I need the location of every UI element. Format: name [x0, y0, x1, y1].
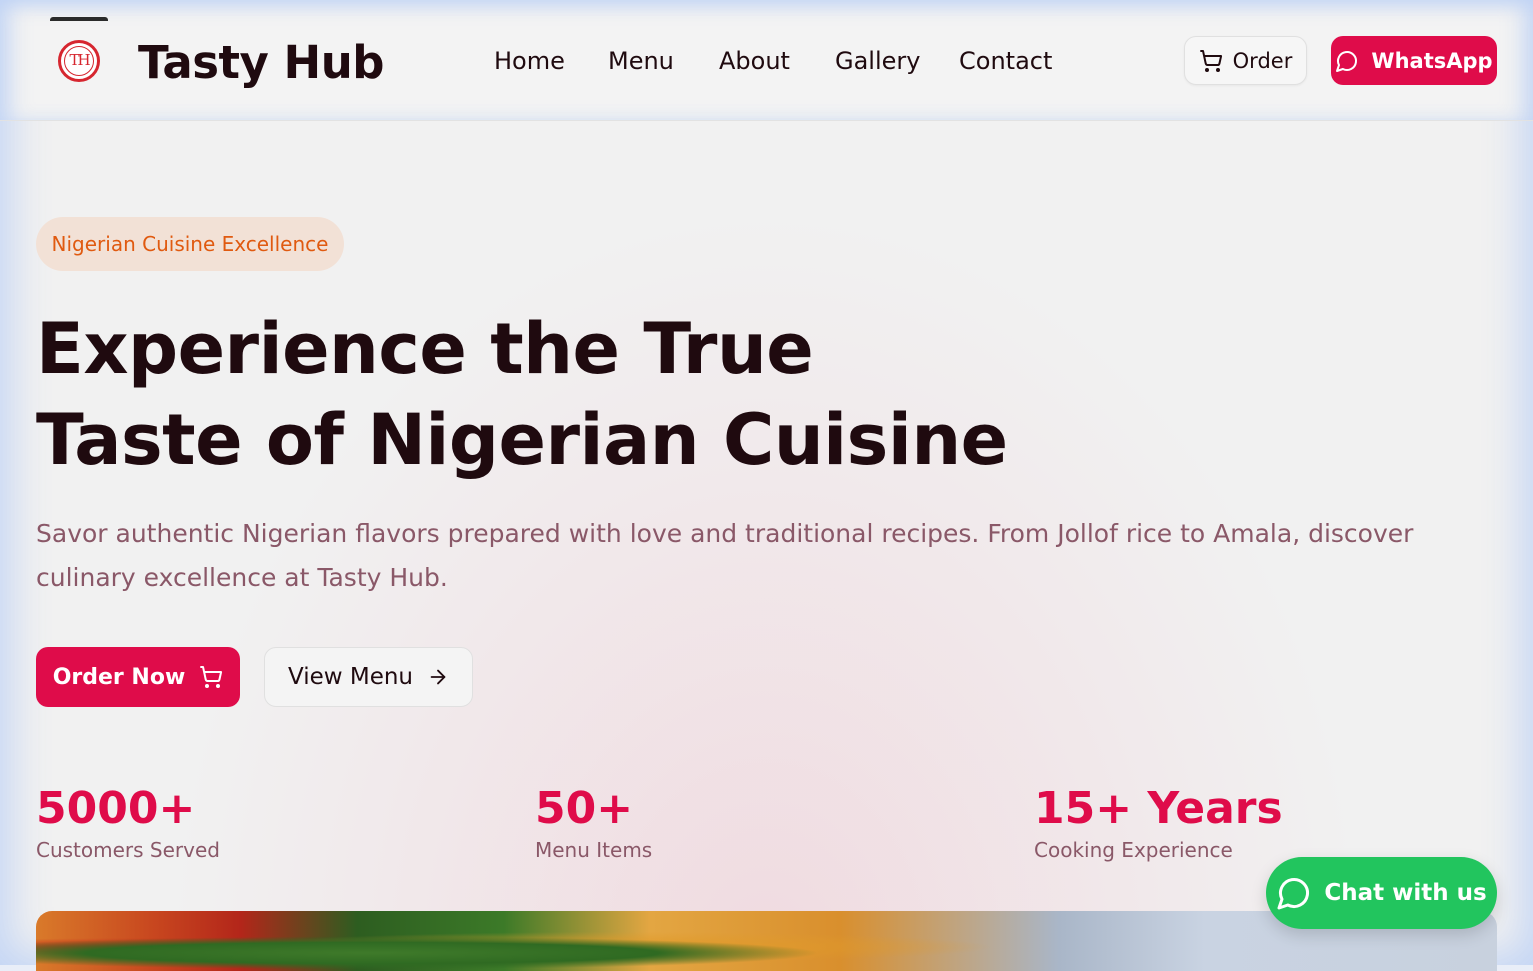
stat-label: Menu Items — [535, 838, 653, 862]
order-button[interactable]: Order — [1184, 36, 1307, 85]
nav-item-menu[interactable]: Menu — [608, 47, 674, 75]
window-tab-indicator — [50, 17, 108, 21]
cart-icon — [1199, 49, 1223, 73]
hero-title: Experience the True Taste of Nigerian Cu… — [36, 304, 1136, 486]
chat-button-label: Chat with us — [1324, 880, 1487, 906]
stat-value: 15+ Years — [1034, 783, 1283, 834]
chat-bubble-icon — [1276, 875, 1312, 911]
hero-description: Savor authentic Nigerian flavors prepare… — [36, 519, 1414, 592]
stat-value: 50+ — [535, 783, 634, 834]
nav-item-gallery[interactable]: Gallery — [835, 47, 920, 75]
stat-menu-items: 50+ Menu Items — [535, 782, 652, 862]
nav-item-contact[interactable]: Contact — [959, 47, 1052, 75]
arrow-right-icon — [427, 666, 449, 688]
logo-monogram: TH — [64, 46, 94, 76]
stat-label: Customers Served — [36, 838, 220, 862]
brand-name[interactable]: Tasty Hub — [138, 36, 384, 89]
cart-icon — [199, 665, 223, 689]
site-header: TH Tasty Hub Home Menu About Gallery Con… — [0, 0, 1533, 121]
hero-badge: Nigerian Cuisine Excellence — [36, 217, 344, 271]
hero-title-line-1: Experience the True — [36, 308, 814, 390]
view-menu-label: View Menu — [287, 664, 414, 690]
whatsapp-button[interactable]: WhatsApp — [1331, 36, 1497, 85]
logo-icon[interactable]: TH — [58, 40, 100, 82]
stat-customers: 5000+ Customers Served — [36, 782, 220, 862]
chat-with-us-button[interactable]: Chat with us — [1266, 857, 1497, 929]
whatsapp-button-label: WhatsApp — [1371, 48, 1493, 73]
nav-item-about[interactable]: About — [719, 47, 790, 75]
chat-bubble-icon — [1335, 49, 1359, 73]
nav-item-home[interactable]: Home — [494, 47, 565, 75]
order-button-label: Order — [1232, 48, 1293, 73]
stat-label: Cooking Experience — [1034, 838, 1233, 862]
view-menu-button[interactable]: View Menu — [264, 647, 473, 707]
stat-value: 5000+ — [36, 783, 196, 834]
hero-title-line-2: Taste of Nigerian Cuisine — [36, 399, 1008, 481]
order-now-label: Order Now — [52, 664, 186, 690]
stat-experience: 15+ Years Cooking Experience — [1034, 782, 1283, 862]
order-now-button[interactable]: Order Now — [36, 647, 240, 707]
